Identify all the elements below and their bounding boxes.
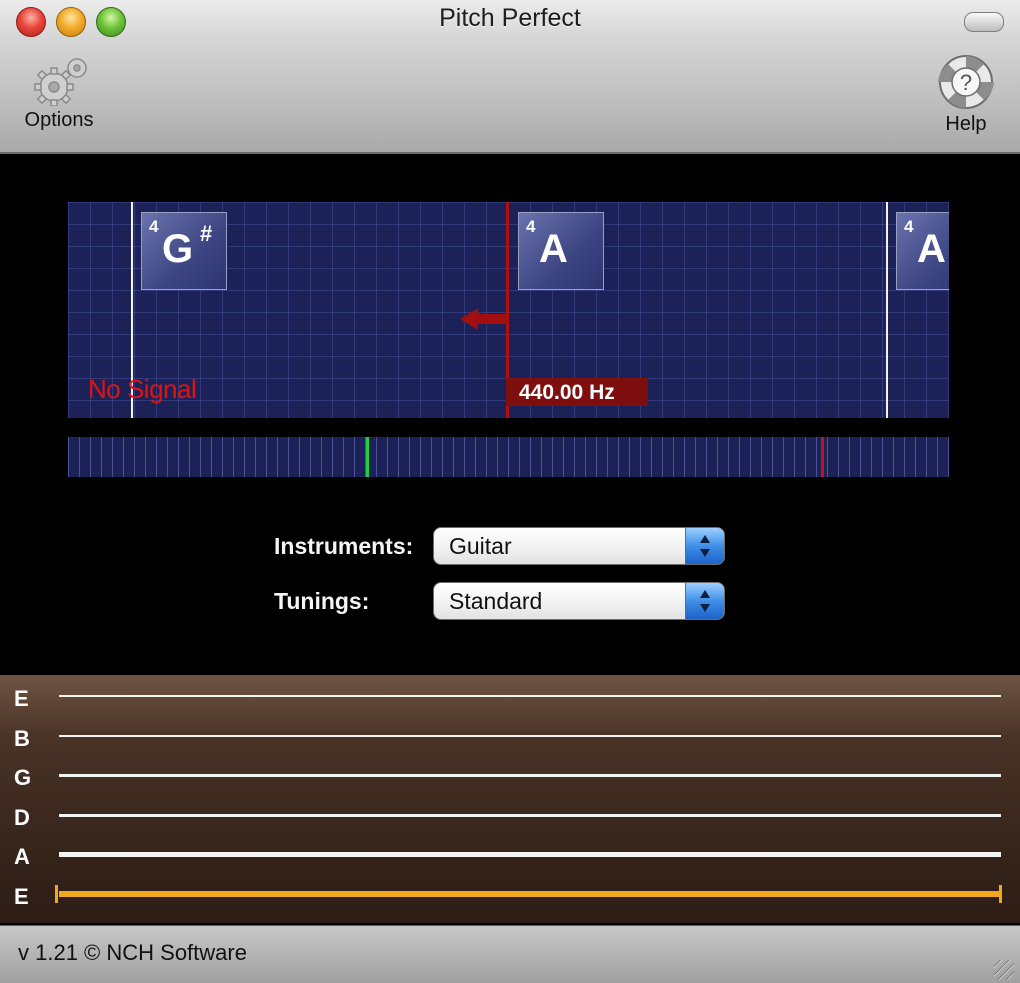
note-octave: 4 bbox=[149, 217, 159, 236]
instruments-stepper[interactable] bbox=[685, 528, 724, 564]
tunings-stepper[interactable] bbox=[685, 583, 724, 619]
flat-direction-arrow-icon bbox=[460, 308, 508, 330]
up-down-arrows-icon bbox=[700, 590, 710, 612]
note-box-g-sharp: 4 G # bbox=[141, 212, 227, 290]
note-marker-line bbox=[886, 202, 888, 418]
gears-icon bbox=[34, 58, 87, 106]
help-label: Help bbox=[945, 113, 987, 135]
note-octave: 4 bbox=[904, 217, 914, 236]
instruments-value: Guitar bbox=[449, 533, 512, 559]
string-panel: E B G D A E bbox=[0, 675, 1020, 923]
tunings-select[interactable]: Standard bbox=[433, 582, 725, 620]
string-label-g: G bbox=[14, 765, 32, 790]
toolbar-toggle-button[interactable] bbox=[964, 12, 1004, 32]
note-name: A bbox=[917, 227, 946, 271]
tunings-value: Standard bbox=[449, 588, 543, 614]
string-end-marker bbox=[55, 885, 58, 903]
window-title: Pitch Perfect bbox=[439, 4, 581, 32]
string-b[interactable] bbox=[59, 735, 1001, 737]
tunings-label: Tunings: bbox=[274, 588, 370, 614]
help-lifebuoy-icon: ? bbox=[938, 55, 994, 109]
string-d[interactable] bbox=[59, 814, 1001, 817]
note-box-a-next: 4 A bbox=[896, 212, 949, 290]
version-text: v 1.21 © NCH Software bbox=[18, 940, 247, 965]
string-label-a: A bbox=[14, 844, 30, 869]
string-label-d: D bbox=[14, 805, 30, 830]
app-window: Pitch Perfect Options ? Help 4 G # 4 A 4… bbox=[0, 0, 1020, 983]
meter-green-marker bbox=[366, 437, 369, 477]
status-bar: v 1.21 © NCH Software bbox=[0, 925, 1020, 983]
string-e-high[interactable] bbox=[59, 695, 1001, 697]
tuner-display: 4 G # 4 A 4 A No Signal 440.00 Hz bbox=[68, 202, 949, 418]
tuning-meter bbox=[68, 437, 949, 477]
note-accidental: # bbox=[200, 221, 213, 246]
string-end-marker bbox=[999, 885, 1002, 903]
note-octave: 4 bbox=[526, 217, 536, 236]
string-label-e-high: E bbox=[14, 686, 29, 711]
signal-status: No Signal bbox=[88, 374, 197, 404]
frequency-readout: 440.00 Hz bbox=[506, 378, 648, 406]
string-label-b: B bbox=[14, 726, 30, 751]
resize-grip[interactable] bbox=[994, 960, 1014, 980]
string-a[interactable] bbox=[59, 852, 1001, 857]
options-label: Options bbox=[24, 109, 94, 131]
string-label-e-low: E bbox=[14, 884, 29, 909]
svg-text:?: ? bbox=[960, 70, 972, 95]
note-name: A bbox=[539, 227, 568, 271]
instruments-select[interactable]: Guitar bbox=[433, 527, 725, 565]
note-name: G bbox=[162, 227, 194, 271]
up-down-arrows-icon bbox=[700, 535, 710, 557]
options-button[interactable]: Options bbox=[14, 54, 104, 132]
instruments-label: Instruments: bbox=[274, 533, 414, 559]
note-box-a: 4 A bbox=[518, 212, 604, 290]
title-toolbar: Pitch Perfect Options ? Help bbox=[0, 0, 1020, 154]
string-g[interactable] bbox=[59, 774, 1001, 777]
help-button[interactable]: ? Help bbox=[934, 54, 998, 136]
string-e-low-active[interactable] bbox=[59, 891, 1001, 897]
meter-red-marker bbox=[821, 437, 824, 477]
frequency-value: 440.00 Hz bbox=[519, 381, 615, 404]
